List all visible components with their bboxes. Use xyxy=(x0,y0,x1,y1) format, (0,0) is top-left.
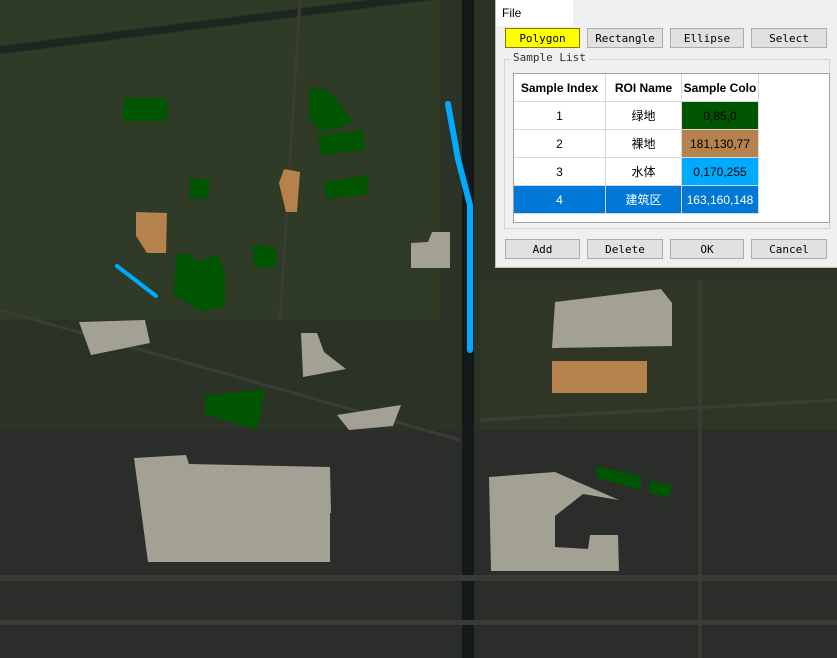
sample-color: 0,170,255 xyxy=(682,158,759,186)
menu-file[interactable]: File xyxy=(502,6,521,20)
roi-bare-polygon[interactable] xyxy=(552,361,647,393)
table-header: Sample Index ROI Name Sample Colo xyxy=(514,74,759,102)
sample-color: 181,130,77 xyxy=(682,130,759,158)
sample-index: 1 xyxy=(514,102,606,130)
roi-name: 水体 xyxy=(606,158,682,186)
polygon-tool-button[interactable]: Polygon xyxy=(505,28,580,48)
sample-index: 4 xyxy=(514,186,606,214)
column-header-roi-name[interactable]: ROI Name xyxy=(606,74,682,102)
roi-name: 绿地 xyxy=(606,102,682,130)
sample-index: 2 xyxy=(514,130,606,158)
table-row[interactable]: 2 裸地 181,130,77 xyxy=(514,130,759,158)
cancel-button[interactable]: Cancel xyxy=(751,239,827,259)
rectangle-tool-button[interactable]: Rectangle xyxy=(587,28,663,48)
ok-button[interactable]: OK xyxy=(670,239,744,259)
sample-list-title: Sample List xyxy=(510,51,589,64)
sample-index: 3 xyxy=(514,158,606,186)
roi-green-polygon[interactable] xyxy=(252,244,277,268)
road xyxy=(0,620,837,625)
sample-color: 0,85,0 xyxy=(682,102,759,130)
column-header-sample-color[interactable]: Sample Colo xyxy=(682,74,759,102)
sample-color: 163,160,148 xyxy=(682,186,759,214)
table-row[interactable]: 3 水体 0,170,255 xyxy=(514,158,759,186)
delete-button[interactable]: Delete xyxy=(587,239,663,259)
road xyxy=(0,575,837,581)
table-row[interactable]: 1 绿地 0,85,0 xyxy=(514,102,759,130)
sample-panel: File Polygon Rectangle Ellipse Select Sa… xyxy=(495,0,837,268)
roi-built-polygon[interactable] xyxy=(134,455,331,562)
select-tool-button[interactable]: Select xyxy=(751,28,827,48)
add-button[interactable]: Add xyxy=(505,239,580,259)
roi-green-polygon[interactable] xyxy=(189,178,210,199)
column-header-index[interactable]: Sample Index xyxy=(514,74,606,102)
sample-table[interactable]: Sample Index ROI Name Sample Colo 1 绿地 0… xyxy=(513,73,830,223)
menu-bar: File xyxy=(496,0,573,26)
ellipse-tool-button[interactable]: Ellipse xyxy=(670,28,744,48)
roi-name: 建筑区 xyxy=(606,186,682,214)
table-row-selected[interactable]: 4 建筑区 163,160,148 xyxy=(514,186,759,214)
roi-name: 裸地 xyxy=(606,130,682,158)
roi-green-polygon[interactable] xyxy=(123,98,167,121)
